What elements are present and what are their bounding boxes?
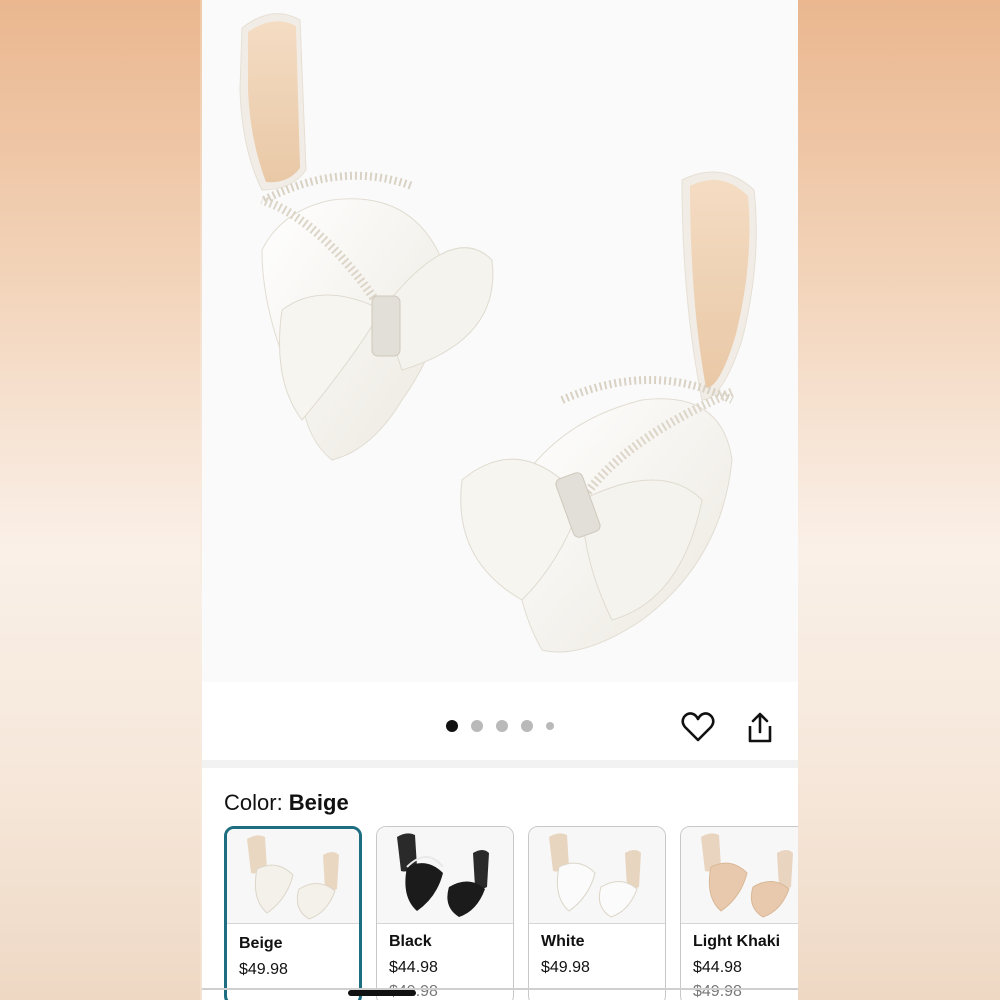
- swatch-price: $44.98: [389, 959, 438, 976]
- carousel-dots[interactable]: [446, 720, 554, 732]
- favorite-button[interactable]: [680, 710, 716, 746]
- color-selector: Color: Beige Beige $49.98 Black $44.98 W…: [202, 768, 798, 1000]
- swatch-price: $44.98: [693, 959, 742, 976]
- swatch-price: $49.98: [239, 961, 288, 978]
- swatch-name: White: [541, 933, 585, 950]
- product-image[interactable]: [202, 0, 798, 682]
- swatch-price-secondary: $49.98: [693, 983, 742, 1000]
- swatch-thumbnail: [529, 827, 665, 924]
- background-left: [0, 0, 200, 1000]
- swatch-thumbnail: [377, 827, 513, 924]
- swatch-name: Black: [389, 933, 432, 950]
- color-option-white[interactable]: White $49.98: [528, 826, 666, 1000]
- share-button[interactable]: [742, 710, 778, 746]
- heart-icon: [681, 712, 715, 742]
- carousel-dot[interactable]: [546, 722, 554, 730]
- carousel-dot[interactable]: [446, 720, 458, 732]
- divider: [202, 988, 798, 990]
- swatch-thumbnail: [227, 829, 359, 924]
- carousel-dot[interactable]: [521, 720, 533, 732]
- color-option-black[interactable]: Black $44.98 $49.98: [376, 826, 514, 1000]
- mule-shoes-illustration: [239, 13, 757, 653]
- color-swatch-list: Beige $49.98 Black $44.98 $49.98: [224, 826, 798, 1000]
- swatch-name: Beige: [239, 935, 283, 952]
- color-option-light-khaki[interactable]: Light Khaki $44.98 $49.98: [680, 826, 798, 1000]
- swatch-price: $49.98: [541, 959, 590, 976]
- carousel-dot[interactable]: [496, 720, 508, 732]
- carousel-dot[interactable]: [471, 720, 483, 732]
- left-shoe: [239, 13, 494, 461]
- phone-screen: Color: Beige Beige $49.98 Black $44.98 W…: [202, 0, 798, 1000]
- image-controls: [202, 682, 798, 760]
- right-shoe: [460, 171, 757, 653]
- home-indicator[interactable]: [348, 990, 416, 996]
- color-option-beige[interactable]: Beige $49.98: [224, 826, 362, 1000]
- background-right: [798, 0, 1000, 1000]
- swatch-thumbnail: [681, 827, 798, 924]
- share-icon: [748, 712, 772, 743]
- color-label: Color: Beige: [224, 790, 349, 815]
- swatch-name: Light Khaki: [693, 933, 781, 950]
